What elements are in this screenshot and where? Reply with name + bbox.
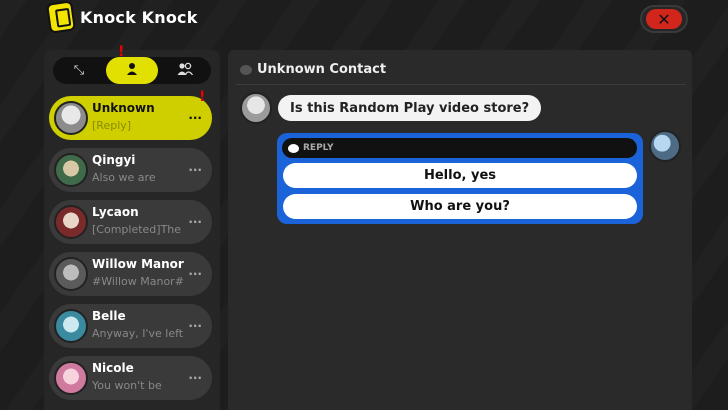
avatar xyxy=(54,153,88,187)
contact-name: Unknown xyxy=(92,101,155,115)
contact-preview: [Completed]The xyxy=(92,223,182,236)
more-icon: ... xyxy=(188,160,202,174)
avatar xyxy=(649,130,681,162)
incoming-message: Is this Random Play video store? xyxy=(278,95,542,121)
contact-name: Qingyi xyxy=(92,153,136,167)
more-icon: ... xyxy=(188,264,202,278)
more-icon: ... xyxy=(188,316,202,330)
tab-messages[interactable]: ⤡ xyxy=(53,57,105,84)
reply-header: REPLY xyxy=(282,138,637,158)
reply-option-button[interactable]: Hello, yes xyxy=(283,163,637,188)
speech-bubble-icon xyxy=(240,64,252,75)
close-button[interactable]: ✕ xyxy=(640,5,688,33)
chat-contact-name: Unknown Contact xyxy=(257,62,387,77)
more-icon: ... xyxy=(188,108,202,122)
contact-name: Lycaon xyxy=(92,205,139,219)
contact-preview: #Willow Manor# xyxy=(92,275,184,288)
contact-preview: [Reply] xyxy=(92,119,132,132)
contact-tabs: ⤡ xyxy=(53,57,211,84)
phone-app-icon xyxy=(46,0,76,34)
contact-preview: Anyway, I've left xyxy=(92,327,184,340)
tab-contacts[interactable] xyxy=(106,57,158,84)
contact-name: Belle xyxy=(92,309,126,323)
chat-icon: ⤡ xyxy=(73,63,85,78)
more-icon: ... xyxy=(188,212,202,226)
reply-label: REPLY xyxy=(303,143,334,153)
divider xyxy=(236,84,686,85)
group-icon xyxy=(177,62,194,79)
avatar xyxy=(54,361,88,395)
contact-preview: You won't be xyxy=(92,379,162,392)
speech-bubble-icon xyxy=(288,143,299,153)
more-icon: ... xyxy=(188,368,202,382)
avatar xyxy=(240,92,272,124)
contact-alert-badge: ! xyxy=(199,89,206,105)
person-icon xyxy=(126,62,138,79)
tab-alert-badge: ! xyxy=(118,44,125,60)
avatar xyxy=(54,309,88,343)
header: Knock Knock ✕ xyxy=(0,0,728,40)
contact-preview: Also we are xyxy=(92,171,156,184)
tab-groups[interactable] xyxy=(159,57,211,84)
app-title: Knock Knock xyxy=(80,8,198,27)
contact-item-lycaon[interactable]: Lycaon [Completed]The ... xyxy=(49,200,212,244)
contact-item-belle[interactable]: Belle Anyway, I've left ... xyxy=(49,304,212,348)
contact-item-willow-manor[interactable]: Willow Manor #Willow Manor# ... xyxy=(49,252,212,296)
contact-item-unknown[interactable]: Unknown [Reply] ... xyxy=(49,96,212,140)
chat-header: Unknown Contact xyxy=(240,62,386,77)
reply-option-button[interactable]: Who are you? xyxy=(283,194,637,219)
contact-item-nicole[interactable]: Nicole You won't be ... xyxy=(49,356,212,400)
contact-name: Nicole xyxy=(92,361,134,375)
contact-item-qingyi[interactable]: Qingyi Also we are ... xyxy=(49,148,212,192)
avatar xyxy=(54,257,88,291)
avatar xyxy=(54,101,88,135)
close-icon[interactable]: ✕ xyxy=(646,9,682,29)
avatar xyxy=(54,205,88,239)
contact-name: Willow Manor xyxy=(92,257,184,271)
